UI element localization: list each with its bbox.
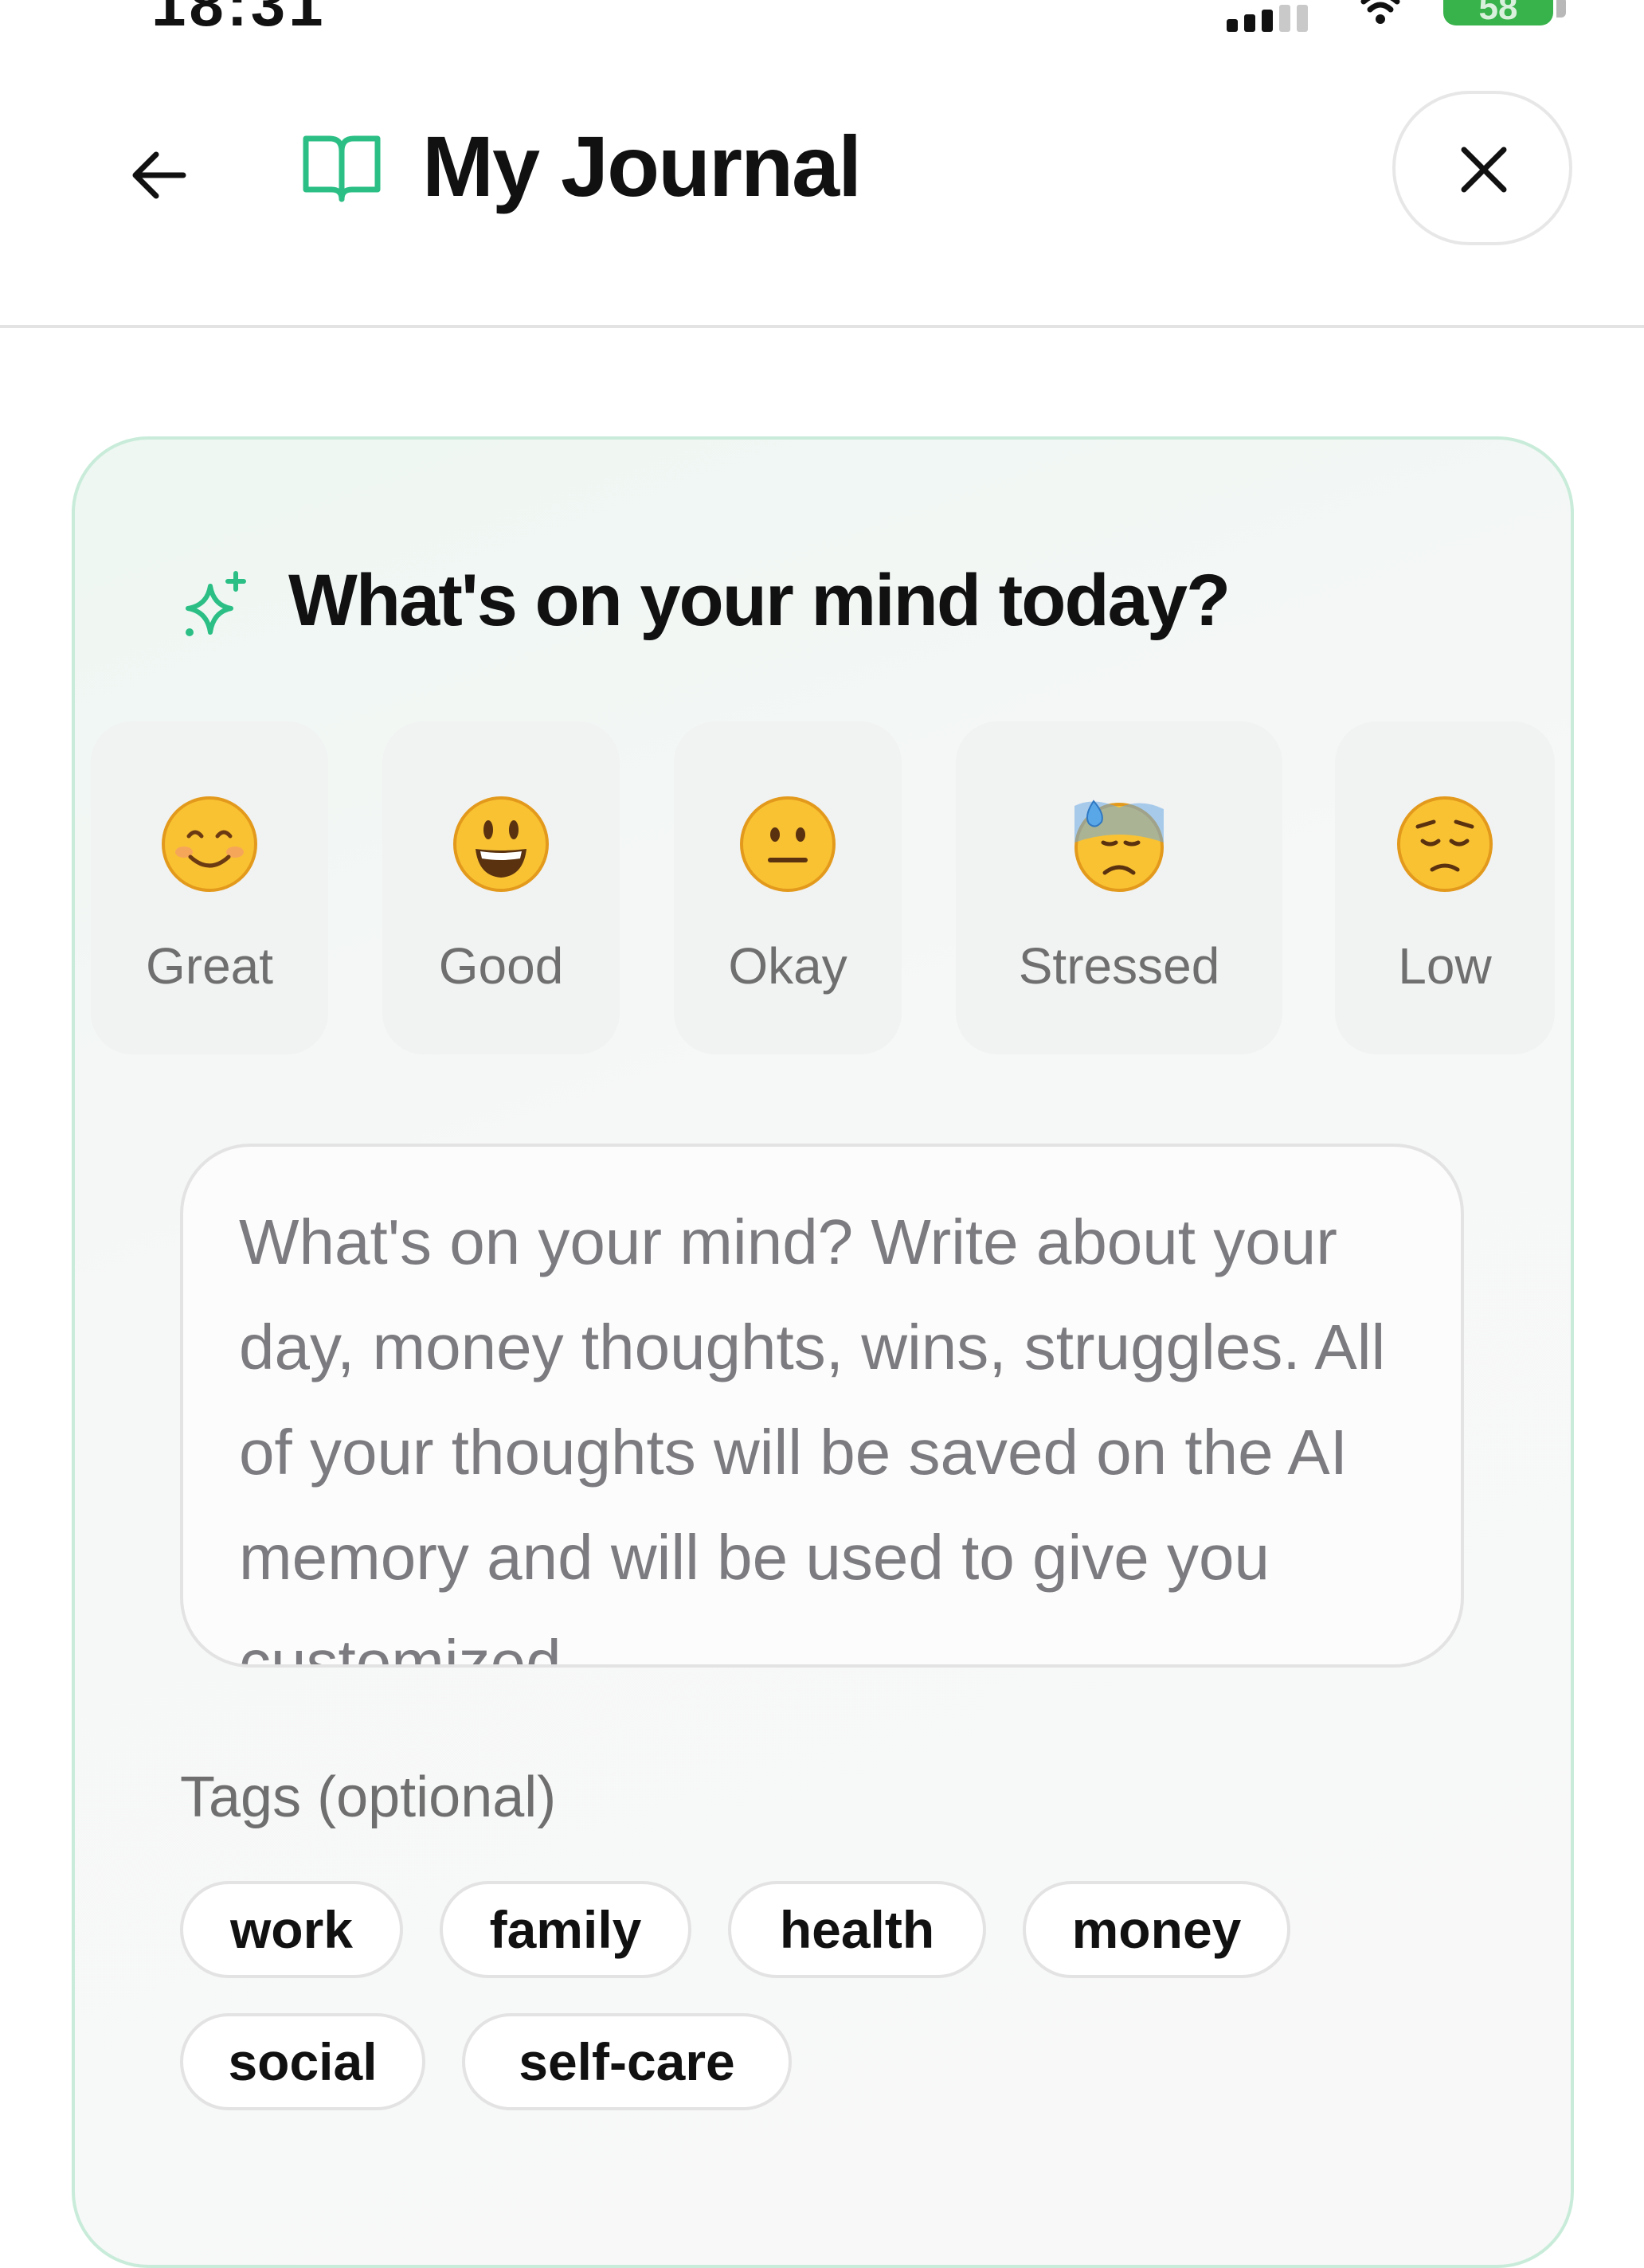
mood-label: Low	[1398, 937, 1492, 995]
back-arrow-icon[interactable]	[119, 135, 199, 215]
prompt-title: What's on your mind today?	[288, 560, 1231, 641]
battery-tip	[1556, 0, 1566, 18]
mood-label: Good	[438, 937, 564, 995]
mood-option-stressed[interactable]: Stressed	[956, 721, 1282, 1054]
mood-option-great[interactable]: Great	[91, 721, 328, 1054]
close-button[interactable]	[1392, 91, 1572, 245]
page-title: My Journal	[422, 118, 862, 214]
book-icon	[303, 135, 381, 202]
mood-option-good[interactable]: Good	[382, 721, 620, 1054]
header: My Journal	[0, 40, 1644, 328]
status-bar: 18:31 58	[0, 0, 1644, 40]
mood-option-okay[interactable]: Okay	[674, 721, 902, 1054]
close-icon	[1461, 147, 1507, 193]
journal-entry-placeholder: What's on your mind? Write about your da…	[239, 1206, 1386, 1668]
journal-entry-input[interactable]: What's on your mind? Write about your da…	[180, 1144, 1464, 1668]
tag-family[interactable]: family	[440, 1881, 691, 1978]
sparkle-icon	[186, 571, 246, 636]
mood-label: Great	[145, 937, 274, 995]
mood-label: Stressed	[1018, 937, 1220, 995]
wifi-icon	[1360, 0, 1400, 24]
smiling-face-icon	[162, 796, 257, 892]
downcast-sweat-face-icon	[1074, 800, 1164, 892]
cellular-signal-icon	[1227, 5, 1308, 32]
tag-work[interactable]: work	[180, 1881, 403, 1978]
status-time: 18:31	[151, 0, 327, 39]
mood-label: Okay	[728, 937, 847, 995]
pensive-face-icon	[1397, 796, 1493, 892]
battery-icon: 58	[1443, 0, 1553, 27]
tag-health[interactable]: health	[728, 1881, 986, 1978]
tag-money[interactable]: money	[1023, 1881, 1290, 1978]
tag-self-care[interactable]: self-care	[462, 2013, 792, 2110]
tag-social[interactable]: social	[180, 2013, 425, 2110]
neutral-face-icon	[740, 796, 836, 892]
grinning-face-icon	[453, 796, 549, 892]
tags-label: Tags (optional)	[180, 1766, 557, 1829]
mood-option-low[interactable]: Low	[1335, 721, 1555, 1054]
